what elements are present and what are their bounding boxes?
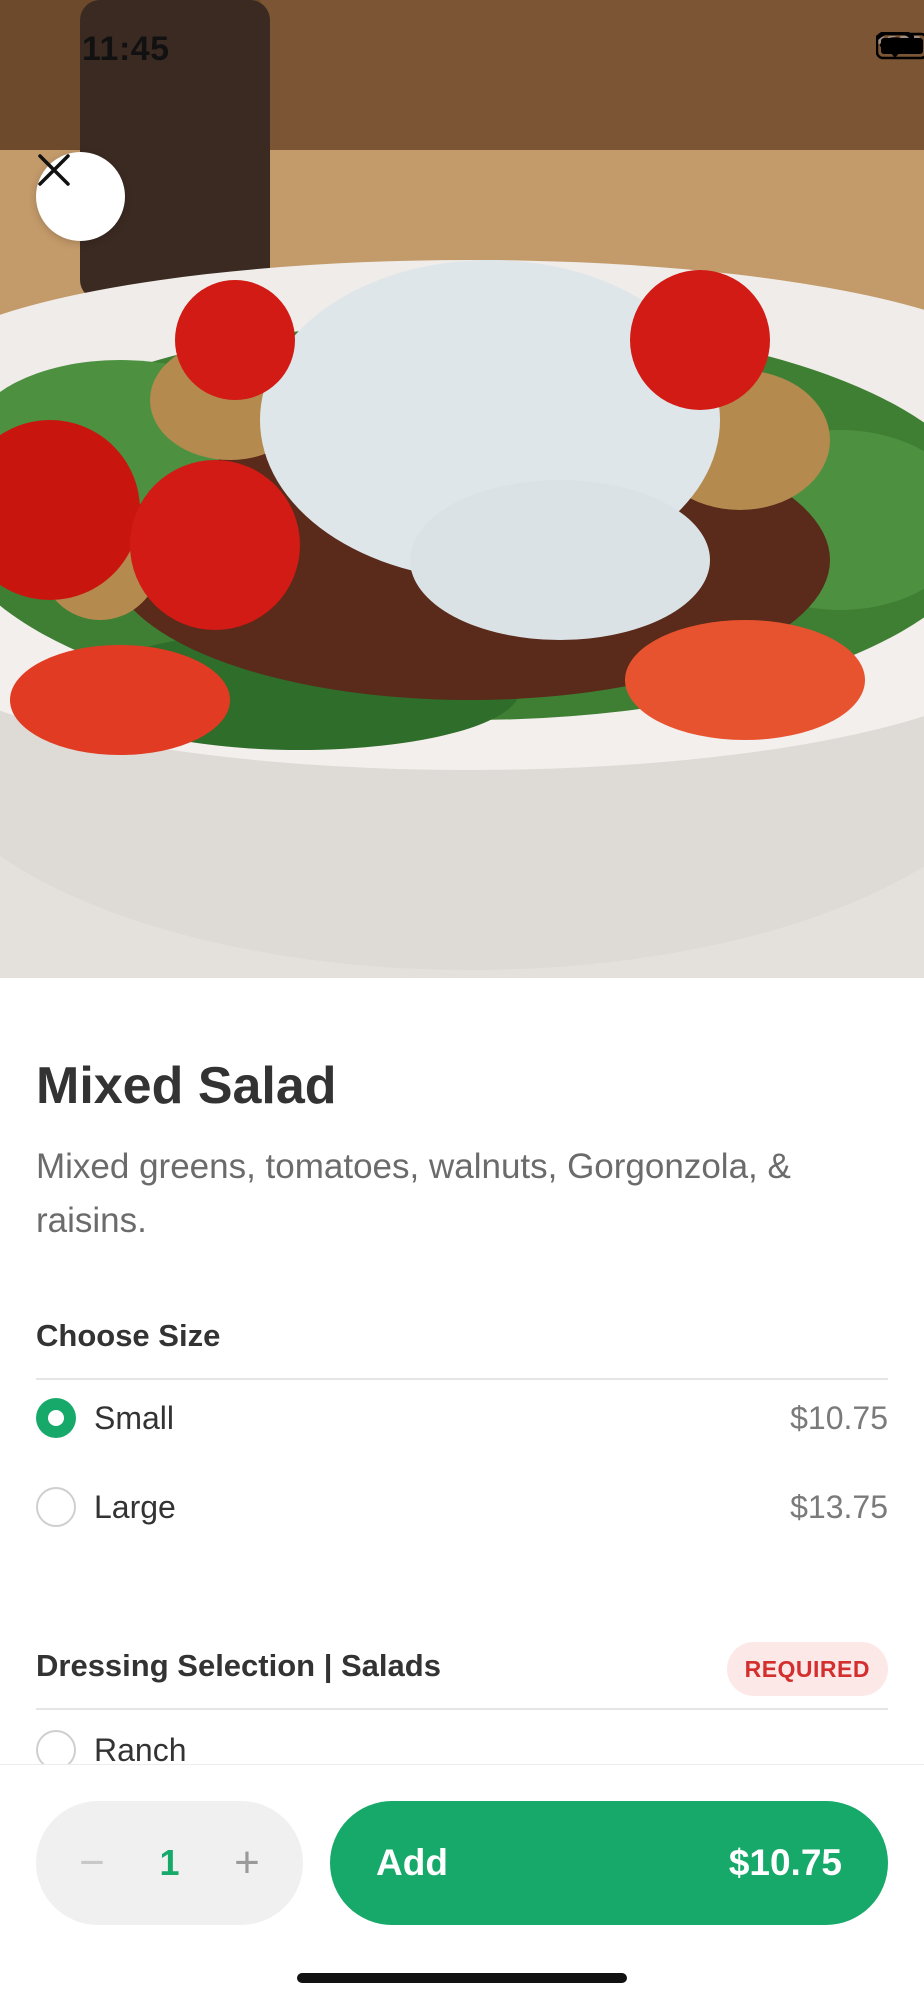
size-option-small[interactable]: Small $10.75	[36, 1388, 888, 1448]
quantity-stepper: − 1 +	[36, 1801, 303, 1925]
status-bar: 11:45	[0, 0, 924, 100]
add-button-label: Add	[376, 1842, 448, 1883]
home-indicator	[297, 1973, 627, 1983]
size-section-header: Choose Size	[36, 1318, 888, 1380]
dressing-option-label: Ranch	[94, 1731, 187, 1768]
increase-quantity-button[interactable]: +	[227, 1841, 267, 1885]
item-photo: 11:45	[0, 0, 924, 978]
salad-photo-illustration	[0, 0, 924, 978]
radio-selected-icon[interactable]	[36, 1398, 76, 1438]
item-description: Mixed greens, tomatoes, walnuts, Gorgonz…	[36, 1147, 791, 1240]
add-button-price: $10.75	[728, 1842, 842, 1883]
required-badge: REQUIRED	[726, 1642, 888, 1696]
size-option-price: $13.75	[790, 1488, 888, 1525]
close-icon	[38, 154, 70, 186]
status-time: 11:45	[82, 30, 170, 68]
bottom-action-bar: − 1 + Add $10.75	[0, 1764, 924, 2000]
size-option-large[interactable]: Large $13.75	[36, 1477, 888, 1537]
size-option-price: $10.75	[790, 1399, 888, 1436]
battery-icon	[876, 32, 924, 60]
close-button[interactable]	[36, 152, 125, 241]
dressing-section-title: Dressing Selection | Salads	[36, 1648, 441, 1683]
size-option-label: Large	[94, 1488, 176, 1525]
size-section-title: Choose Size	[36, 1318, 221, 1353]
item-title: Mixed Salad	[36, 1057, 337, 1115]
radio-unselected-icon[interactable]	[36, 1487, 76, 1527]
size-option-label: Small	[94, 1399, 175, 1436]
add-to-order-button[interactable]: Add $10.75	[330, 1801, 888, 1925]
dressing-section-header: Dressing Selection | Salads REQUIRED	[36, 1642, 888, 1710]
decrease-quantity-button[interactable]: −	[72, 1841, 112, 1885]
quantity-value: 1	[159, 1842, 180, 1883]
